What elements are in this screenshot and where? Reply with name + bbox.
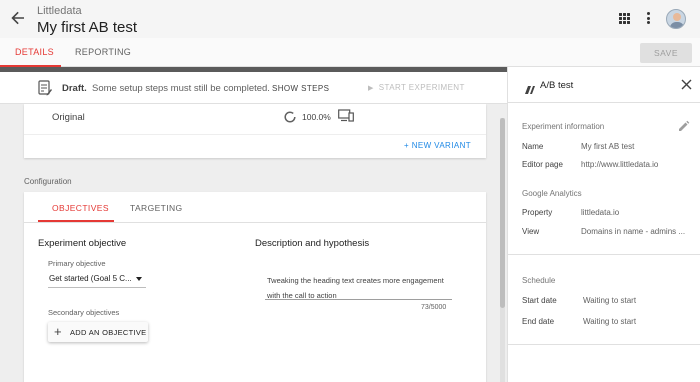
variant-percent: 100.0% bbox=[302, 112, 331, 122]
draft-status: Draft. bbox=[62, 83, 87, 94]
divider bbox=[508, 102, 700, 103]
app-name: Littledata bbox=[37, 5, 82, 17]
dropdown-arrow-icon bbox=[136, 277, 142, 281]
draft-message: Some setup steps must still be completed… bbox=[92, 83, 270, 94]
ga-value-property: littledata.io bbox=[581, 208, 620, 217]
schedule-value-end-date: Waiting to start bbox=[583, 317, 637, 326]
primary-objective-label: Primary objective bbox=[48, 259, 106, 268]
tab-bar: DETAILS REPORTING bbox=[0, 38, 700, 67]
description-heading: Description and hypothesis bbox=[255, 238, 370, 249]
ga-value-view: Domains in name - admins ... bbox=[581, 227, 686, 236]
draft-banner: Draft. Some setup steps must still be co… bbox=[0, 72, 507, 104]
tab-targeting[interactable]: TARGETING bbox=[130, 203, 183, 213]
document-edit-icon bbox=[38, 80, 52, 96]
info-key-name: Name bbox=[522, 142, 544, 151]
tab-reporting[interactable]: REPORTING bbox=[75, 47, 131, 57]
new-variant-button[interactable]: + NEW VARIANT bbox=[404, 141, 471, 150]
details-side-panel: A/B test Experiment information Name My … bbox=[507, 67, 700, 382]
page-title: My first AB test bbox=[37, 19, 138, 36]
divider bbox=[508, 344, 700, 345]
save-button[interactable]: SAVE bbox=[640, 43, 692, 63]
panel-title: A/B test bbox=[540, 80, 574, 91]
edit-pencil-icon[interactable] bbox=[678, 119, 690, 131]
start-experiment-button[interactable]: ▶ START EXPERIMENT bbox=[368, 83, 465, 92]
plus-icon: + bbox=[54, 324, 62, 339]
preview-devices-icon[interactable] bbox=[338, 109, 354, 123]
back-arrow-icon[interactable] bbox=[10, 10, 26, 26]
tab-objectives[interactable]: OBJECTIVES bbox=[52, 203, 109, 213]
info-key-editor-page: Editor page bbox=[522, 160, 563, 169]
divider bbox=[508, 254, 700, 255]
close-icon[interactable] bbox=[681, 78, 692, 92]
configuration-label: Configuration bbox=[24, 177, 72, 186]
experiment-info-heading: Experiment information bbox=[522, 122, 605, 131]
textarea-underline bbox=[265, 299, 452, 300]
scrollbar-thumb[interactable] bbox=[500, 118, 505, 308]
info-value-editor-page[interactable]: http://www.littledata.io bbox=[581, 160, 658, 169]
app-bar: Littledata My first AB test bbox=[0, 0, 700, 38]
tab-details[interactable]: DETAILS bbox=[15, 47, 54, 57]
show-steps-button[interactable]: SHOW STEPS bbox=[272, 84, 329, 93]
schedule-key-end-date: End date bbox=[522, 317, 555, 326]
traffic-split-icon bbox=[284, 110, 296, 123]
primary-objective-select[interactable]: Get started (Goal 5 C... bbox=[48, 270, 146, 288]
character-count: 73/5000 bbox=[421, 304, 447, 311]
divider bbox=[24, 222, 486, 223]
variants-card: Original 100.0% + NEW VARIANT bbox=[24, 104, 486, 158]
add-objective-label: ADD AN OBJECTIVE bbox=[70, 328, 147, 337]
experiment-objective-heading: Experiment objective bbox=[38, 238, 127, 249]
more-vert-icon[interactable] bbox=[646, 12, 650, 24]
divider bbox=[24, 134, 486, 135]
variant-name: Original bbox=[52, 112, 85, 123]
info-value-name: My first AB test bbox=[581, 142, 635, 151]
add-objective-button[interactable]: + ADD AN OBJECTIVE bbox=[48, 322, 148, 342]
apps-grid-icon[interactable] bbox=[619, 13, 630, 24]
ga-key-property: Property bbox=[522, 208, 553, 217]
google-analytics-heading: Google Analytics bbox=[522, 189, 582, 198]
ab-test-icon bbox=[525, 81, 535, 94]
avatar[interactable] bbox=[666, 9, 686, 29]
secondary-objectives-label: Secondary objectives bbox=[48, 308, 120, 317]
schedule-value-start-date: Waiting to start bbox=[583, 296, 637, 305]
primary-objective-value: Get started (Goal 5 C... bbox=[49, 274, 132, 283]
start-experiment-label: START EXPERIMENT bbox=[378, 83, 465, 92]
schedule-key-start-date: Start date bbox=[522, 296, 557, 305]
ga-key-view: View bbox=[522, 227, 540, 236]
play-icon: ▶ bbox=[368, 85, 374, 92]
schedule-heading: Schedule bbox=[522, 276, 556, 285]
